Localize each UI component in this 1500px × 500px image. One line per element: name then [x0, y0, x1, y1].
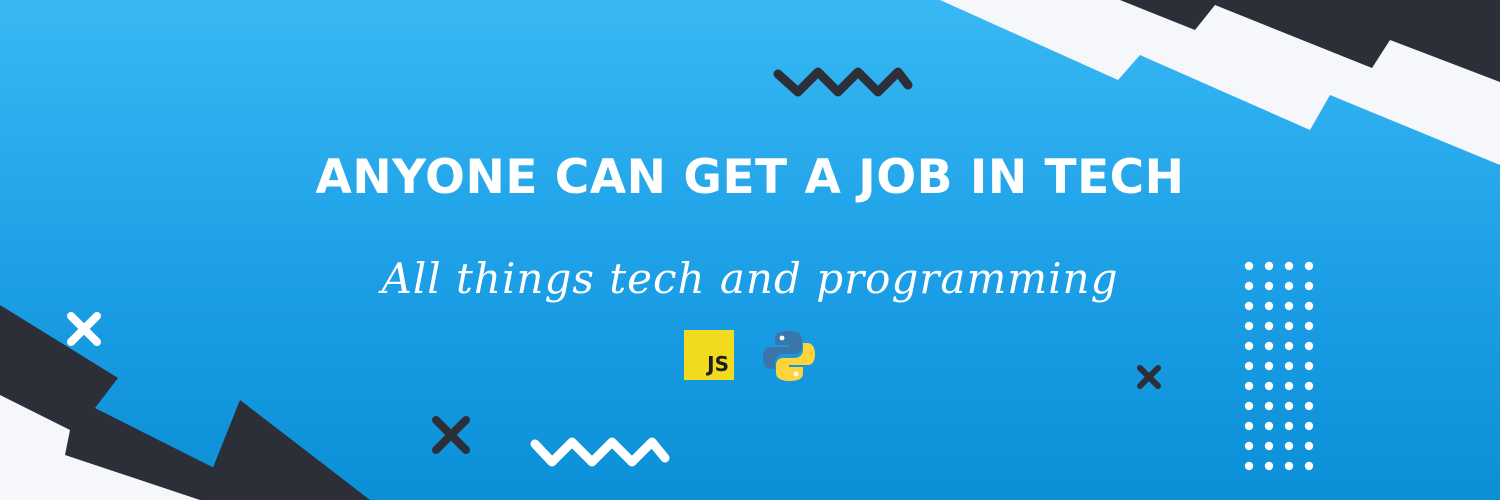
zigzag-bottom-icon: [530, 437, 670, 467]
dot: [1244, 301, 1254, 311]
dot: [1284, 341, 1294, 351]
dot: [1264, 321, 1274, 331]
dot: [1304, 361, 1314, 371]
dot: [1304, 441, 1314, 451]
dot: [1304, 401, 1314, 411]
dot: [1264, 381, 1274, 391]
dot: [1284, 421, 1294, 431]
dot: [1304, 381, 1314, 391]
dot: [1284, 401, 1294, 411]
dot: [1244, 341, 1254, 351]
dot: [1284, 381, 1294, 391]
tagline: All things tech and programming: [381, 254, 1119, 303]
dot: [1244, 401, 1254, 411]
dot: [1304, 321, 1314, 331]
decorations: [0, 0, 1500, 500]
dot: [1284, 321, 1294, 331]
dot: [1264, 361, 1274, 371]
dot: [1244, 461, 1254, 471]
python-logo-icon: [763, 331, 815, 381]
dot: [1264, 341, 1274, 351]
dot: [1304, 461, 1314, 471]
dot: [1244, 361, 1254, 371]
dot: [1304, 341, 1314, 351]
dot: [1264, 441, 1274, 451]
javascript-logo-text: JS: [707, 352, 729, 376]
dot: [1244, 321, 1254, 331]
bottom-left-dark-bolt-tail: [200, 400, 370, 500]
headline: ANYONE CAN GET A JOB IN TECH: [315, 150, 1185, 205]
dot: [1244, 441, 1254, 451]
dot: [1244, 381, 1254, 391]
dot: [1284, 301, 1294, 311]
dot: [1244, 421, 1254, 431]
dot: [1264, 421, 1274, 431]
cross-dark-large-icon: [432, 416, 470, 454]
cross-white-icon: [67, 312, 101, 346]
dot: [1284, 361, 1294, 371]
javascript-logo-icon: JS: [684, 330, 734, 380]
dot: [1304, 301, 1314, 311]
dot: [1284, 441, 1294, 451]
dot: [1264, 301, 1274, 311]
dot: [1304, 421, 1314, 431]
dot: [1284, 461, 1294, 471]
dot: [1264, 401, 1274, 411]
dot: [1264, 461, 1274, 471]
zigzag-top-icon: [773, 67, 913, 97]
cross-dark-small-icon: [1137, 365, 1161, 389]
banner: ANYONE CAN GET A JOB IN TECH All things …: [0, 0, 1500, 500]
